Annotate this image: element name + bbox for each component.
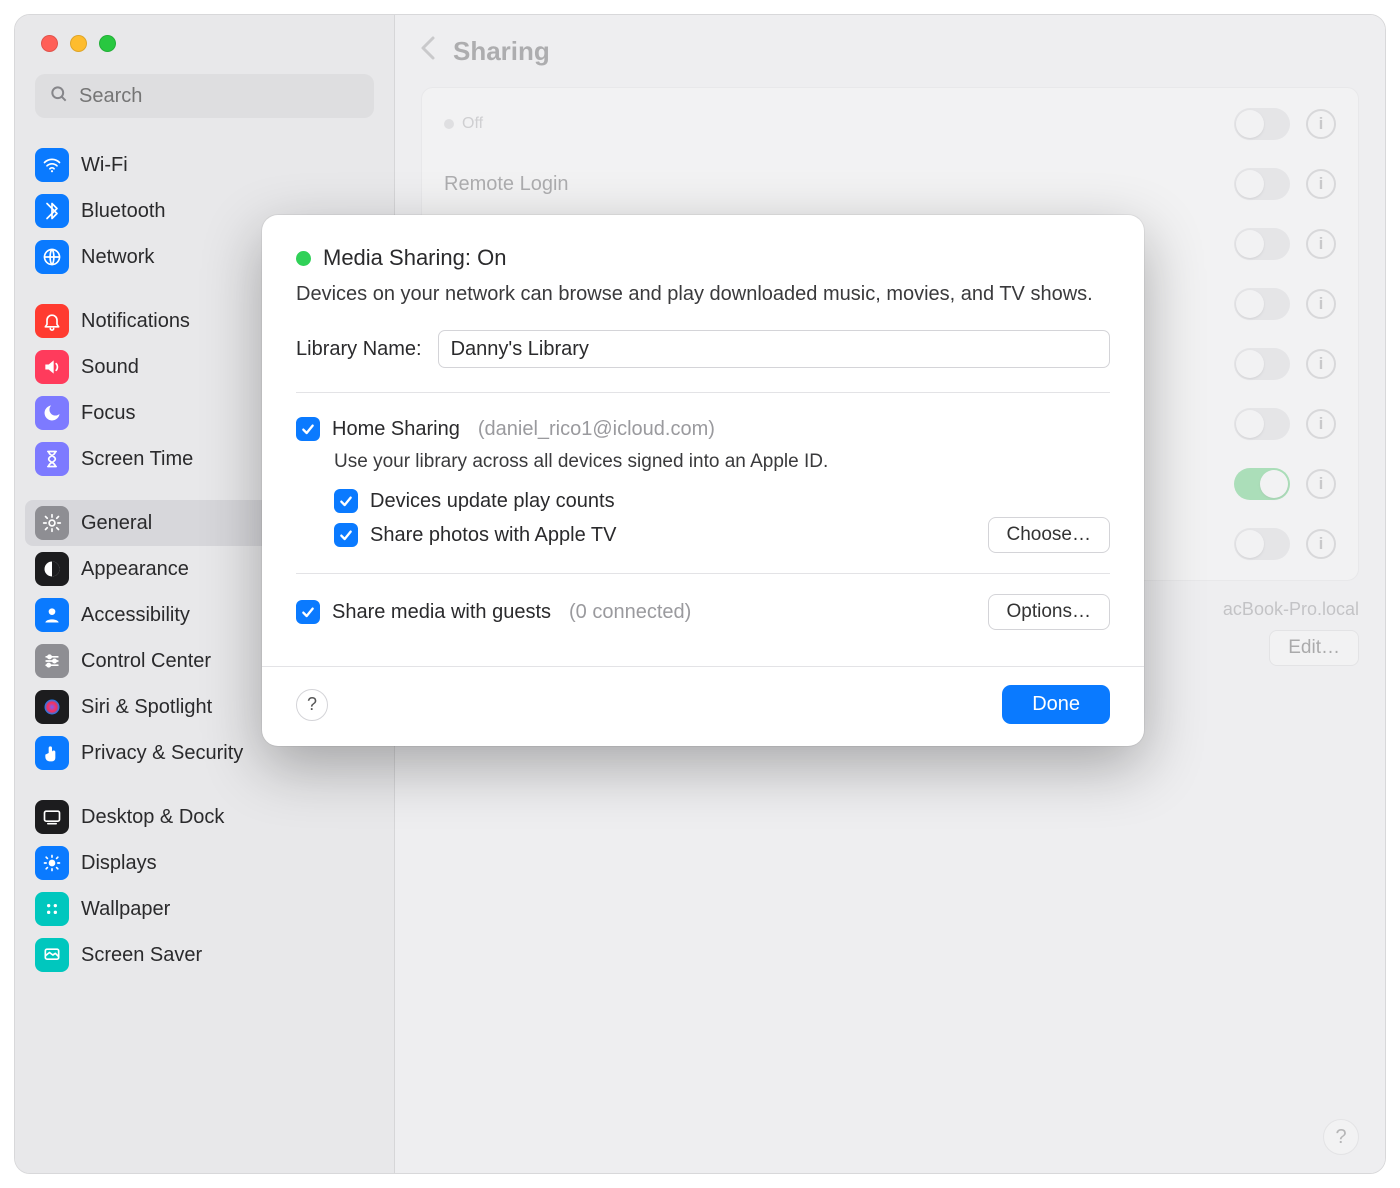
hourglass-icon bbox=[35, 442, 69, 476]
info-icon[interactable]: i bbox=[1306, 409, 1336, 439]
toggle[interactable] bbox=[1234, 468, 1290, 500]
info-icon[interactable]: i bbox=[1306, 349, 1336, 379]
share-photos-label: Share photos with Apple TV bbox=[370, 524, 616, 547]
share-guests-count: (0 connected) bbox=[569, 601, 691, 624]
display-icon bbox=[35, 846, 69, 880]
sound-icon bbox=[35, 350, 69, 384]
toggle[interactable] bbox=[1234, 288, 1290, 320]
dock-icon bbox=[35, 800, 69, 834]
media-sharing-sheet: Media Sharing: On Devices on your networ… bbox=[262, 215, 1144, 746]
home-sharing-label: Home Sharing bbox=[332, 418, 460, 441]
sidebar-item-label: Control Center bbox=[81, 650, 211, 673]
sharing-row: Remote Login i bbox=[422, 154, 1358, 214]
bell-icon bbox=[35, 304, 69, 338]
zoom-window-button[interactable] bbox=[99, 35, 116, 52]
sidebar-item-label: Wi-Fi bbox=[81, 154, 128, 177]
share-guests-checkbox[interactable] bbox=[296, 600, 320, 624]
appearance-icon bbox=[35, 552, 69, 586]
hostname-value: acBook-Pro.local bbox=[1223, 599, 1359, 620]
sidebar-item-label: Network bbox=[81, 246, 154, 269]
sidebar-item-label: Focus bbox=[81, 402, 135, 425]
sliders-icon bbox=[35, 644, 69, 678]
moon-icon bbox=[35, 396, 69, 430]
status-dot-icon bbox=[296, 251, 311, 266]
hand-icon bbox=[35, 736, 69, 770]
sidebar-item-desktop-dock[interactable]: Desktop & Dock bbox=[25, 794, 384, 840]
topbar: Sharing bbox=[395, 15, 1385, 87]
minimize-window-button[interactable] bbox=[70, 35, 87, 52]
toggle[interactable] bbox=[1234, 528, 1290, 560]
toggle[interactable] bbox=[1234, 228, 1290, 260]
devices-update-checkbox[interactable] bbox=[334, 489, 358, 513]
home-sharing-account: (daniel_rico1@icloud.com) bbox=[478, 418, 715, 441]
bluetooth-icon bbox=[35, 194, 69, 228]
info-icon[interactable]: i bbox=[1306, 289, 1336, 319]
back-button[interactable] bbox=[419, 34, 437, 69]
sidebar-item-label: Accessibility bbox=[81, 604, 190, 627]
sidebar-item-label: General bbox=[81, 512, 152, 535]
toggle[interactable] bbox=[1234, 108, 1290, 140]
share-guests-label: Share media with guests bbox=[332, 601, 551, 624]
info-icon[interactable]: i bbox=[1306, 109, 1336, 139]
toggle[interactable] bbox=[1234, 168, 1290, 200]
sidebar-item-label: Desktop & Dock bbox=[81, 806, 224, 829]
sidebar-item-label: Sound bbox=[81, 356, 139, 379]
saver-icon bbox=[35, 938, 69, 972]
done-button[interactable]: Done bbox=[1002, 685, 1110, 724]
search-icon bbox=[49, 84, 69, 109]
choose-photos-button[interactable]: Choose… bbox=[988, 517, 1111, 553]
sidebar-item-wallpaper[interactable]: Wallpaper bbox=[25, 886, 384, 932]
sidebar-item-label: Notifications bbox=[81, 310, 190, 333]
gear-icon bbox=[35, 506, 69, 540]
search-input[interactable] bbox=[79, 85, 360, 108]
sidebar-item-label: Appearance bbox=[81, 558, 189, 581]
home-sharing-checkbox[interactable] bbox=[296, 417, 320, 441]
search-field[interactable] bbox=[35, 74, 374, 118]
wifi-icon bbox=[35, 148, 69, 182]
network-icon bbox=[35, 240, 69, 274]
page-title: Sharing bbox=[453, 36, 550, 67]
sheet-title: Media Sharing: On bbox=[323, 245, 506, 271]
sidebar-item-label: Wallpaper bbox=[81, 898, 170, 921]
sheet-help-button[interactable]: ? bbox=[296, 689, 328, 721]
siri-icon bbox=[35, 690, 69, 724]
sidebar-item-label: Screen Saver bbox=[81, 944, 202, 967]
sidebar-item-label: Displays bbox=[81, 852, 157, 875]
wallpaper-icon bbox=[35, 892, 69, 926]
share-photos-checkbox[interactable] bbox=[334, 523, 358, 547]
info-icon[interactable]: i bbox=[1306, 529, 1336, 559]
close-window-button[interactable] bbox=[41, 35, 58, 52]
info-icon[interactable]: i bbox=[1306, 469, 1336, 499]
window-controls bbox=[15, 27, 394, 74]
toggle[interactable] bbox=[1234, 408, 1290, 440]
help-button[interactable]: ? bbox=[1323, 1119, 1359, 1155]
info-icon[interactable]: i bbox=[1306, 229, 1336, 259]
sidebar-item-wi-fi[interactable]: Wi-Fi bbox=[25, 142, 384, 188]
sharing-row: Off i bbox=[422, 94, 1358, 154]
edit-hostname-button[interactable]: Edit… bbox=[1269, 630, 1359, 666]
sidebar-item-label: Bluetooth bbox=[81, 200, 166, 223]
sidebar-item-label: Privacy & Security bbox=[81, 742, 243, 765]
sidebar-item-displays[interactable]: Displays bbox=[25, 840, 384, 886]
sidebar-item-label: Screen Time bbox=[81, 448, 193, 471]
toggle[interactable] bbox=[1234, 348, 1290, 380]
sidebar-item-label: Siri & Spotlight bbox=[81, 696, 212, 719]
sheet-description: Devices on your network can browse and p… bbox=[296, 281, 1110, 308]
home-sharing-description: Use your library across all devices sign… bbox=[334, 451, 1110, 473]
person-icon bbox=[35, 598, 69, 632]
status-off-label: Off bbox=[462, 115, 483, 133]
devices-update-label: Devices update play counts bbox=[370, 490, 615, 513]
guest-options-button[interactable]: Options… bbox=[988, 594, 1110, 630]
sharing-row-title: Remote Login bbox=[444, 173, 569, 196]
library-name-input[interactable] bbox=[438, 330, 1110, 368]
info-icon[interactable]: i bbox=[1306, 169, 1336, 199]
library-name-label: Library Name: bbox=[296, 338, 422, 361]
sidebar-item-screen-saver[interactable]: Screen Saver bbox=[25, 932, 384, 978]
